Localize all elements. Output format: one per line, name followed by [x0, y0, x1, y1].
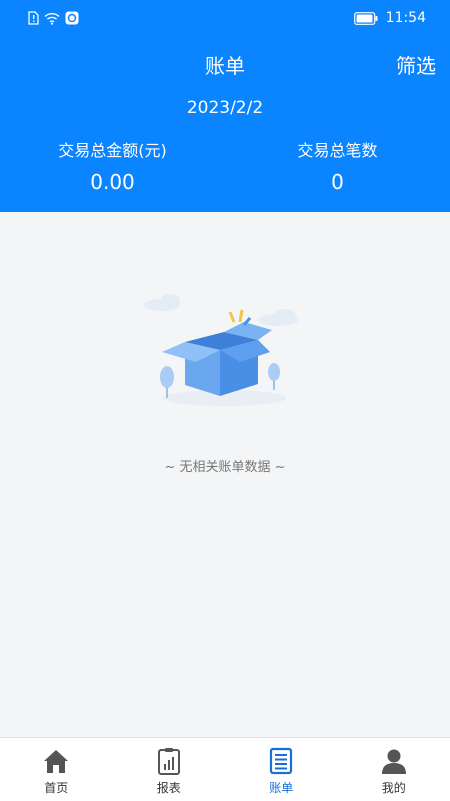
empty-box-illustration [140, 290, 310, 410]
tab-label-bill: 账单 [269, 779, 293, 796]
wifi-icon [44, 12, 60, 25]
filter-button[interactable]: 筛选 [396, 50, 436, 79]
total-count-stat: 交易总笔数 0 [225, 137, 450, 194]
tab-profile[interactable]: 我的 [338, 738, 450, 801]
total-amount-stat: 交易总金额(元) 0.00 [0, 137, 225, 194]
status-bar: 11:54 [0, 0, 450, 36]
tab-bill[interactable]: 账单 [225, 738, 338, 801]
tab-label-home: 首页 [44, 779, 68, 796]
empty-message: ~ 无相关账单数据 ~ [0, 456, 450, 475]
page-title: 账单 [0, 50, 450, 79]
app-notification-icon [65, 11, 79, 25]
bill-icon [266, 746, 296, 776]
total-count-value: 0 [225, 170, 450, 194]
sim-alert-icon [28, 11, 39, 25]
battery-icon [354, 12, 378, 25]
report-icon [154, 746, 184, 776]
date-selector[interactable]: 2023/2/2 [0, 98, 450, 118]
tab-label-profile: 我的 [382, 779, 406, 796]
tab-home[interactable]: 首页 [0, 738, 113, 801]
bottom-tab-bar: 首页 报表 账单 我的 [0, 737, 450, 801]
status-time: 11:54 [386, 10, 426, 26]
total-amount-value: 0.00 [0, 170, 225, 194]
total-amount-label: 交易总金额(元) [0, 137, 225, 161]
tab-label-report: 报表 [157, 779, 181, 796]
home-icon [41, 746, 71, 776]
total-count-label: 交易总笔数 [225, 137, 450, 161]
profile-icon [379, 746, 409, 776]
tab-report[interactable]: 报表 [113, 738, 226, 801]
header: 11:54 账单 筛选 2023/2/2 交易总金额(元) 0.00 交易总笔数… [0, 0, 450, 212]
empty-state [0, 290, 450, 414]
